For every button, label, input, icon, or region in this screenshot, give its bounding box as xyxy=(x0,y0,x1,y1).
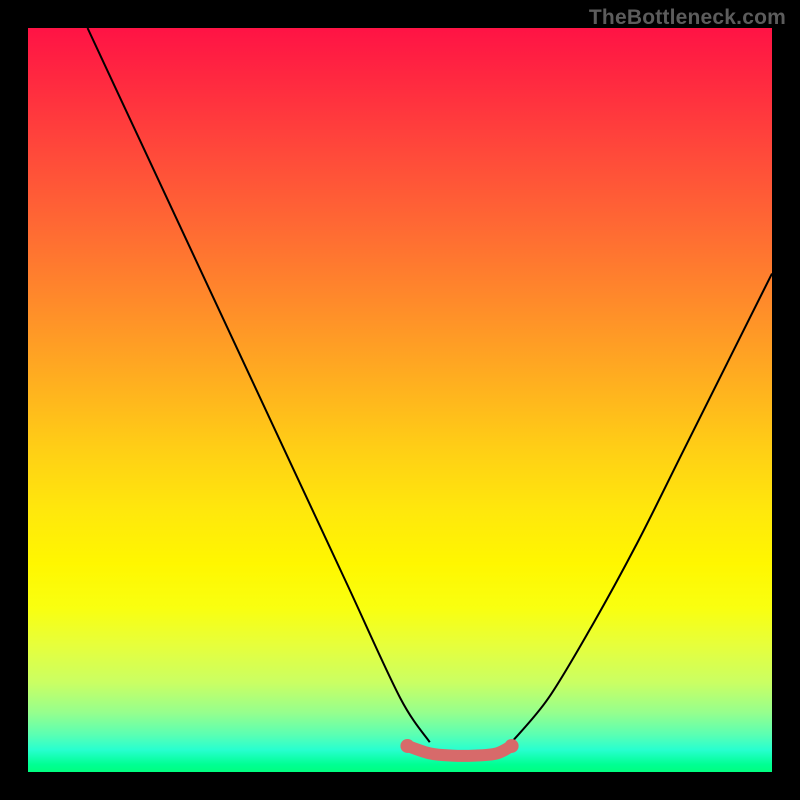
optimal-zone-band xyxy=(407,746,511,756)
plot-area xyxy=(28,28,772,772)
chart-frame: TheBottleneck.com xyxy=(0,0,800,800)
left-bottleneck-curve xyxy=(88,28,430,742)
optimal-zone-endpoint xyxy=(400,739,414,753)
curve-layer xyxy=(28,28,772,772)
watermark-text: TheBottleneck.com xyxy=(589,6,786,30)
right-bottleneck-curve xyxy=(512,274,772,743)
optimal-zone-endpoint xyxy=(505,739,519,753)
